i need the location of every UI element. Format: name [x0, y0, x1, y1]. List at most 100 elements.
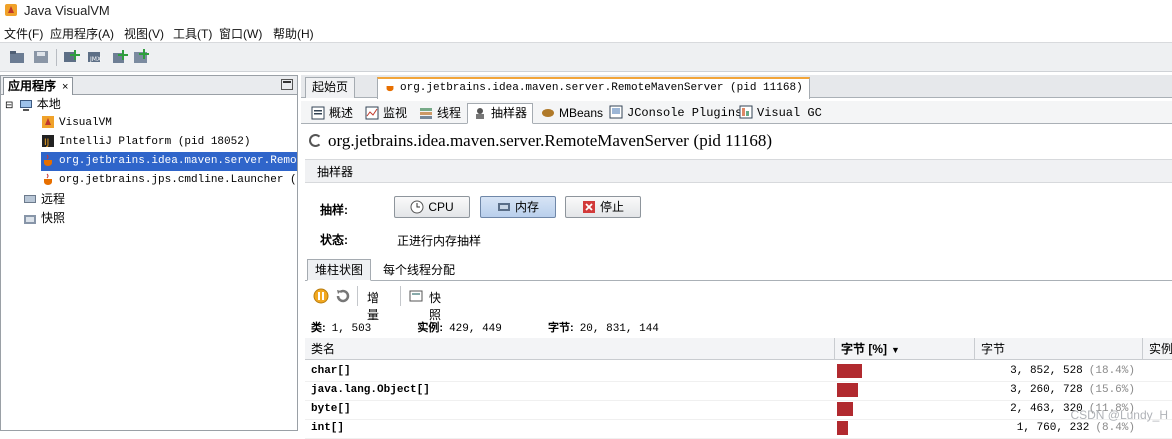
- class-name-cell: java.lang.Object[]: [311, 384, 430, 396]
- jconsole-icon: [609, 105, 623, 119]
- minimize-icon[interactable]: [281, 79, 293, 90]
- tree-node-intellij[interactable]: IJ IntelliJ Platform (pid 18052): [41, 133, 250, 152]
- stop-button[interactable]: 停止: [565, 196, 641, 218]
- controls-separator: [400, 286, 401, 306]
- applications-tab[interactable]: 应用程序 ×: [3, 77, 74, 95]
- tab-overview[interactable]: 概述: [305, 103, 359, 124]
- column-header-bytes[interactable]: 字节: [975, 338, 1143, 360]
- memory-icon: [497, 203, 510, 211]
- loading-spinner-icon: [309, 134, 322, 147]
- svg-text:JMX: JMX: [89, 56, 101, 63]
- histogram-table: 类名 字节 [%] ▼ 字节 实例数 char[] 3, 852, 528 (18.4…: [305, 338, 1172, 439]
- menu-applications[interactable]: 应用程序(A): [50, 25, 114, 42]
- bytes-cell: 3, 852, 528 (18.4%): [975, 362, 1139, 381]
- stop-icon: [582, 201, 595, 213]
- svg-text:IJ: IJ: [44, 138, 49, 148]
- sub-tabbar: 概述 监视 线程 抽样器 MBeans JConsole Plugins Vis…: [301, 101, 1172, 124]
- toolbar: JMX: [0, 42, 1172, 72]
- watermark: CSDN @Lundy_H: [1070, 408, 1168, 422]
- controls-separator: [357, 286, 358, 306]
- table-row[interactable]: byte[] 2, 463, 320 (11.8%): [305, 400, 1172, 420]
- refresh-icon[interactable]: [335, 288, 351, 304]
- visualvm-icon: [42, 116, 54, 129]
- tree-label-snapshots: 快照: [41, 211, 66, 225]
- monitor-icon: [365, 106, 379, 120]
- tree-node-local[interactable]: ⊟ 本地: [5, 95, 61, 114]
- classes-value: 1, 503: [331, 323, 372, 335]
- instances-value: 429, 449: [449, 323, 502, 335]
- stop-button-label: 停止: [599, 200, 624, 214]
- snapshot-button-label[interactable]: 快照: [429, 289, 441, 323]
- tree-node-visualvm[interactable]: VisualVM: [41, 114, 112, 133]
- table-row[interactable]: java.lang.Object[] 3, 260, 728 (15.6%): [305, 381, 1172, 401]
- title-bar: Java VisualVM: [0, 0, 1172, 22]
- bytes-value: 3, 260, 728: [1010, 384, 1083, 396]
- snapshot-icon[interactable]: [409, 289, 423, 303]
- tab-maven-server[interactable]: org.jetbrains.idea.maven.server.RemoteMa…: [377, 77, 810, 99]
- tree-node-maven-server[interactable]: org.jetbrains.idea.maven.server.RemoteM: [41, 152, 297, 171]
- tab-mbeans-label: MBeans: [559, 106, 604, 120]
- add-coredump-icon[interactable]: [110, 48, 128, 66]
- column-header-class-name-label: 类名: [311, 342, 336, 356]
- class-name-cell: char[]: [311, 365, 351, 377]
- table-row[interactable]: char[] 3, 852, 528 (18.4%): [305, 362, 1172, 382]
- memory-button[interactable]: 内存: [480, 196, 556, 218]
- tab-monitor[interactable]: 监视: [359, 103, 413, 124]
- bytes-percent-bar: [837, 421, 848, 435]
- table-row[interactable]: int[] 1, 760, 232 (8.4%): [305, 419, 1172, 439]
- tab-maven-server-label: org.jetbrains.idea.maven.server.RemoteMa…: [400, 82, 803, 94]
- cpu-button[interactable]: CPU: [394, 196, 470, 218]
- tree-label-maven-server: org.jetbrains.idea.maven.server.RemoteM: [59, 155, 297, 167]
- tab-jconsole-plugins[interactable]: JConsole Plugins: [603, 103, 748, 124]
- clock-icon: [410, 200, 424, 214]
- delta-toggle[interactable]: 增量: [367, 289, 379, 323]
- document-tabbar: 起始页 org.jetbrains.idea.maven.server.Remo…: [301, 75, 1172, 99]
- tab-sampler[interactable]: 抽样器: [467, 103, 534, 124]
- tree-node-snapshots[interactable]: 快照: [23, 209, 65, 228]
- pause-icon[interactable]: [313, 288, 329, 304]
- add-snapshot-icon[interactable]: [132, 48, 150, 66]
- class-name-cell: byte[]: [311, 403, 351, 415]
- menu-view[interactable]: 视图(V): [124, 25, 164, 42]
- column-header-bytes-percent[interactable]: 字节 [%] ▼: [835, 338, 975, 360]
- menu-bar: 文件(F) 应用程序(A) 视图(V) 工具(T) 窗口(W) 帮助(H): [0, 22, 1172, 42]
- tab-visual-gc[interactable]: Visual GC: [733, 103, 828, 124]
- add-jmx-icon[interactable]: [62, 48, 80, 66]
- column-header-instances-label: 实例数: [1149, 342, 1172, 356]
- tab-sampler-label: 抽样器: [491, 106, 528, 120]
- add-remote-icon[interactable]: JMX: [86, 48, 104, 66]
- mbeans-icon: [542, 109, 554, 117]
- bytes-percent-bar: [837, 364, 862, 378]
- tab-mbeans[interactable]: MBeans: [535, 103, 609, 124]
- bytes-percent-bar: [837, 383, 858, 397]
- menu-file[interactable]: 文件(F): [4, 25, 43, 42]
- tab-per-thread-allocations[interactable]: 每个线程分配: [375, 259, 463, 281]
- bytes-value: 1, 760, 232: [1016, 422, 1090, 434]
- menu-help[interactable]: 帮助(H): [273, 25, 314, 42]
- sampler-section-title: 抽样器: [317, 165, 354, 179]
- column-header-class-name[interactable]: 类名: [305, 338, 835, 360]
- remote-host-icon: [24, 194, 36, 203]
- tab-start-page[interactable]: 起始页: [305, 77, 356, 98]
- close-icon[interactable]: ×: [62, 81, 68, 93]
- tree-label-remote: 远程: [41, 192, 66, 206]
- save-icon[interactable]: [32, 48, 50, 66]
- column-header-instances[interactable]: 实例数: [1143, 338, 1172, 360]
- intellij-icon: IJ: [42, 135, 54, 148]
- tab-heap-histogram[interactable]: 堆柱状图: [307, 259, 372, 281]
- computer-icon: [19, 99, 32, 111]
- toolbar-separator: [56, 49, 57, 66]
- tab-per-thread-allocations-label: 每个线程分配: [383, 263, 456, 277]
- tab-overview-label: 概述: [329, 106, 354, 120]
- overview-icon: [311, 106, 325, 120]
- menu-window[interactable]: 窗口(W): [219, 25, 262, 42]
- column-header-bytes-label: 字节: [981, 342, 1006, 356]
- collapse-icon[interactable]: ⊟: [5, 100, 13, 111]
- menu-tools[interactable]: 工具(T): [173, 25, 212, 42]
- sort-descending-icon: ▼: [891, 345, 900, 355]
- open-icon[interactable]: [8, 48, 26, 66]
- tab-threads[interactable]: 线程: [413, 103, 467, 124]
- tree-node-jps-launcher[interactable]: org.jetbrains.jps.cmdline.Launcher (pid: [41, 171, 297, 190]
- status-value: 正进行内存抽样: [397, 234, 482, 248]
- tree-node-remote[interactable]: 远程: [23, 190, 65, 209]
